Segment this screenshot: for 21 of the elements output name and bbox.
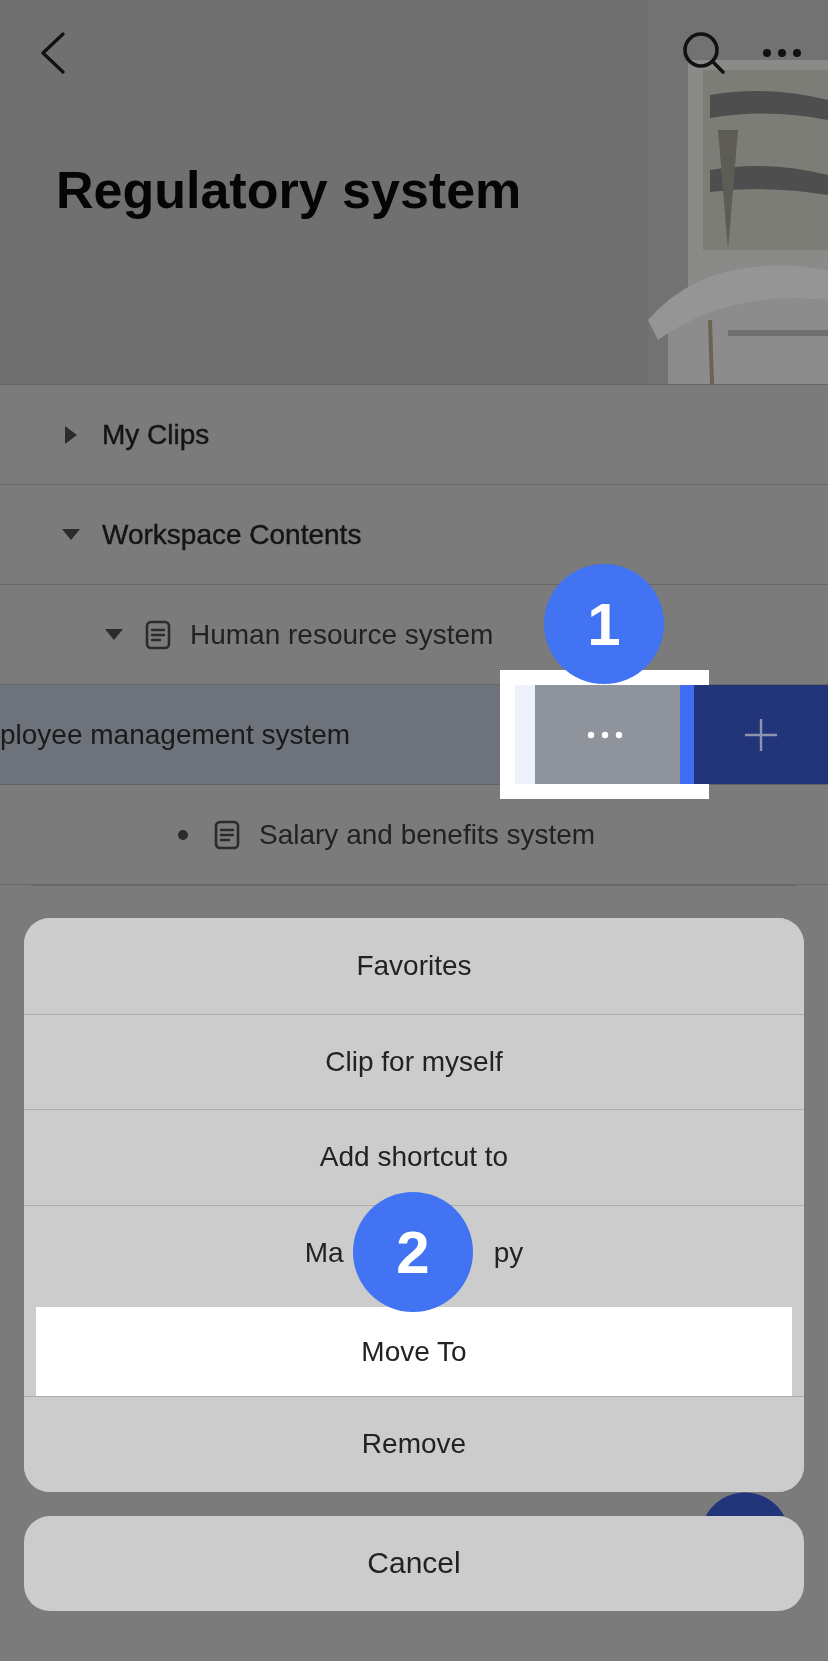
tree-item-label: Salary and benefits system xyxy=(259,818,596,851)
menu-item[interactable]: Move To xyxy=(36,1307,792,1396)
menu-item[interactable]: Remove xyxy=(24,1395,804,1492)
search-icon[interactable] xyxy=(682,30,726,75)
back-icon[interactable] xyxy=(40,31,66,74)
document-icon xyxy=(145,619,171,650)
bullet-icon xyxy=(178,829,188,840)
page-title: Regulatory system xyxy=(56,160,523,220)
document-icon xyxy=(214,819,240,850)
more-icon[interactable] xyxy=(762,47,802,58)
cancel-button[interactable]: Cancel xyxy=(24,1515,804,1611)
menu-item-label: py xyxy=(493,1237,524,1270)
tree-item-label: My Clips xyxy=(102,418,210,451)
tree-row[interactable]: My Clips xyxy=(0,385,828,485)
tree-item-label: ployee management system xyxy=(0,718,351,751)
more-icon xyxy=(586,730,623,739)
tree-item-label: Human resource system xyxy=(190,618,494,651)
tree-item-label: Workspace Contents xyxy=(102,518,362,551)
step-badge: 1 xyxy=(544,564,664,684)
menu-item-label: Ma xyxy=(304,1237,344,1270)
plus-icon xyxy=(744,717,778,752)
